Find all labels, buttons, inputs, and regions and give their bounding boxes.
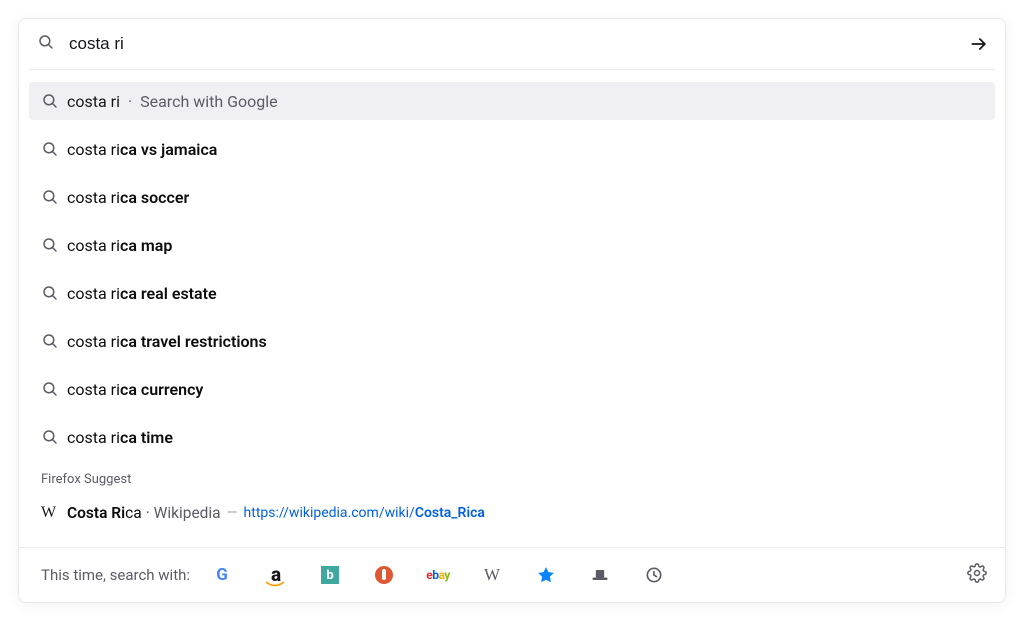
- engine-bing[interactable]: b: [320, 565, 340, 585]
- hint-separator: ·: [124, 92, 136, 111]
- suggestion-text: costa ri: [67, 92, 120, 111]
- result-url-match: Costa_Rica: [415, 505, 485, 521]
- search-engine-hint: Search with Google: [140, 92, 278, 111]
- suggestion-completion: ca soccer: [120, 188, 189, 207]
- suggestion-row[interactable]: costa rica map: [29, 226, 995, 264]
- search-icon: [41, 140, 67, 158]
- result-title-rest: ca: [125, 504, 142, 522]
- urlbar-results-panel: costa ri · Search with Google costa rica…: [18, 18, 1006, 603]
- suggestion-prefix: costa ri: [67, 380, 120, 399]
- suggestion-completion: ca currency: [120, 380, 203, 399]
- oneoff-label: This time, search with:: [41, 566, 190, 584]
- search-icon: [37, 33, 55, 55]
- engine-history[interactable]: [644, 565, 664, 585]
- suggestion-row[interactable]: costa rica vs jamaica: [29, 130, 995, 168]
- engine-bookmarks[interactable]: [536, 565, 556, 585]
- suggestion-prefix: costa ri: [67, 332, 120, 351]
- wikipedia-icon: W: [41, 504, 67, 522]
- suggestion-prefix: costa ri: [67, 236, 120, 255]
- search-icon: [41, 284, 67, 302]
- engine-ebay[interactable]: ebay: [428, 565, 448, 585]
- suggestion-row[interactable]: costa rica real estate: [29, 274, 995, 312]
- search-icon: [41, 188, 67, 206]
- suggestion-completion: ca real estate: [120, 284, 217, 303]
- search-icon: [41, 428, 67, 446]
- search-settings-button[interactable]: [967, 563, 987, 587]
- suggestion-row[interactable]: costa rica soccer: [29, 178, 995, 216]
- suggestion-prefix: costa ri: [67, 428, 120, 447]
- suggestion-row[interactable]: costa rica time: [29, 418, 995, 456]
- source-separator: ·: [146, 504, 154, 522]
- search-icon: [41, 236, 67, 254]
- separator: [29, 69, 995, 70]
- search-icon: [41, 332, 67, 350]
- engine-wikipedia[interactable]: W: [482, 565, 502, 585]
- firefox-suggest-label: Firefox Suggest: [19, 466, 1005, 497]
- suggestion-prefix: costa ri: [67, 284, 120, 303]
- suggestion-prefix: costa ri: [67, 140, 120, 159]
- result-url-prefix: https://wikipedia.com/wiki/: [244, 505, 415, 521]
- go-arrow-button[interactable]: [965, 30, 993, 58]
- url-dash: —: [227, 505, 238, 521]
- search-input[interactable]: [67, 33, 965, 55]
- oneoff-engine-list: G a b ebay W: [212, 565, 664, 585]
- suggestion-completion: ca travel restrictions: [120, 332, 267, 351]
- suggestion-completion: ca vs jamaica: [120, 140, 217, 159]
- result-source: Wikipedia: [154, 504, 221, 522]
- suggestion-completion: ca map: [120, 236, 172, 255]
- oneoff-search-footer: This time, search with: G a b ebay W: [19, 548, 1005, 602]
- suggestion-top-search[interactable]: costa ri · Search with Google: [29, 82, 995, 120]
- firefox-suggest-result[interactable]: W Costa Rica · Wikipedia — https://wikip…: [19, 497, 1005, 529]
- search-icon: [41, 92, 67, 110]
- engine-duckduckgo[interactable]: [374, 565, 394, 585]
- result-title-match: Costa Ri: [67, 504, 125, 522]
- engine-google[interactable]: G: [212, 565, 232, 585]
- engine-tabs[interactable]: [590, 565, 610, 585]
- suggestion-row[interactable]: costa rica travel restrictions: [29, 322, 995, 360]
- suggestion-completion: ca time: [120, 428, 173, 447]
- suggestion-row[interactable]: costa rica currency: [29, 370, 995, 408]
- search-icon: [41, 380, 67, 398]
- suggestion-list: costa ri · Search with Google costa rica…: [19, 82, 1005, 456]
- engine-amazon[interactable]: a: [266, 565, 286, 585]
- searchbar: [19, 19, 1005, 69]
- suggestion-prefix: costa ri: [67, 188, 120, 207]
